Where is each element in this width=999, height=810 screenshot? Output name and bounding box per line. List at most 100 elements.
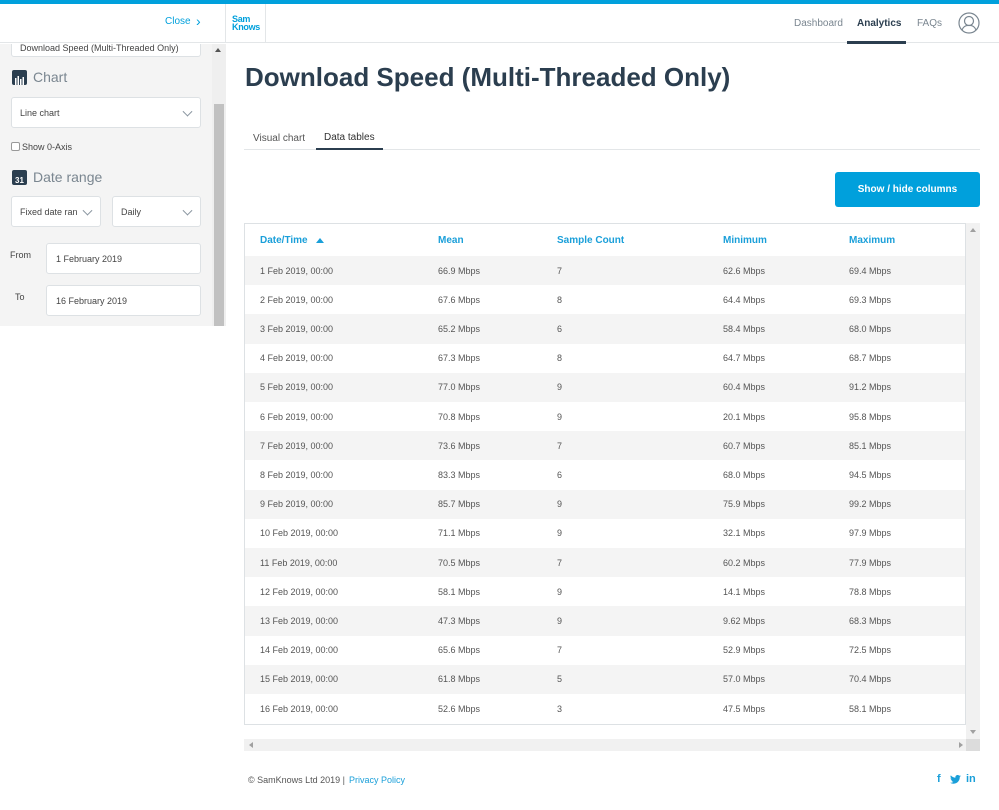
- metric-select[interactable]: Download Speed (Multi-Threaded Only): [11, 44, 201, 57]
- cell-minimum: 60.7 Mbps: [723, 440, 766, 451]
- cell-datetime: 15 Feb 2019, 00:00: [260, 674, 339, 685]
- column-header-mean[interactable]: Mean: [438, 224, 464, 256]
- cell-datetime: 1 Feb 2019, 00:00: [260, 265, 334, 276]
- nav-dashboard[interactable]: Dashboard: [794, 4, 843, 43]
- cell-datetime: 12 Feb 2019, 00:00: [260, 586, 339, 597]
- close-sidebar-link[interactable]: Close: [165, 16, 191, 27]
- facebook-icon[interactable]: f: [937, 773, 941, 785]
- cell-datetime: 11 Feb 2019, 00:00: [260, 557, 338, 568]
- table-vertical-scrollbar[interactable]: [966, 223, 980, 739]
- page-title: Download Speed (Multi-Threaded Only): [245, 62, 731, 92]
- privacy-policy-link[interactable]: Privacy Policy: [349, 775, 405, 785]
- granularity-select[interactable]: Daily: [112, 196, 201, 227]
- cell-datetime: 6 Feb 2019, 00:00: [260, 411, 334, 422]
- nav-faqs[interactable]: FAQs: [917, 4, 942, 43]
- scroll-down-arrow-icon[interactable]: [970, 730, 976, 734]
- table-row: 3 Feb 2019, 00:00 65.2 Mbps 6 58.4 Mbps 68.0…: [245, 314, 965, 344]
- cell-maximum: 69.4 Mbps: [849, 265, 892, 276]
- column-header-datetime[interactable]: Date/Time: [260, 224, 324, 256]
- date-mode-select[interactable]: Fixed date ran: [11, 196, 101, 227]
- cell-maximum: 95.8 Mbps: [849, 411, 892, 422]
- metric-select-value: Download Speed (Multi-Threaded Only): [20, 44, 179, 53]
- table-row: 13 Feb 2019, 00:00 47.3 Mbps 9 9.62 Mbps 68.…: [245, 606, 965, 636]
- cell-minimum: 58.4 Mbps: [723, 323, 766, 334]
- cell-sample-count: 9: [557, 499, 563, 510]
- cell-sample-count: 7: [557, 645, 563, 656]
- cell-maximum: 68.3 Mbps: [849, 615, 892, 626]
- to-date-value: 16 February 2019: [56, 295, 128, 306]
- cell-mean: 52.6 Mbps: [438, 703, 481, 714]
- cell-maximum: 94.5 Mbps: [849, 469, 892, 480]
- granularity-value: Daily: [121, 206, 142, 217]
- show-zero-axis-label[interactable]: Show 0-Axis: [22, 142, 72, 152]
- show-hide-columns-button[interactable]: Show / hide columns: [835, 172, 980, 207]
- tab-data-tables[interactable]: Data tables: [316, 126, 383, 150]
- cell-mean: 71.1 Mbps: [438, 528, 481, 539]
- table-row: 8 Feb 2019, 00:00 83.3 Mbps 6 68.0 Mbps 94.5…: [245, 460, 965, 489]
- table-row: 16 Feb 2019, 00:00 52.6 Mbps 3 47.5 Mbps 58.…: [245, 694, 965, 723]
- scroll-up-arrow-icon[interactable]: [215, 48, 221, 52]
- from-date-input[interactable]: 1 February 2019: [46, 243, 201, 274]
- date-mode-value: Fixed date ran: [20, 206, 78, 217]
- cell-sample-count: 6: [557, 469, 563, 480]
- tab-visual-chart[interactable]: Visual chart: [253, 126, 305, 150]
- user-circle-icon[interactable]: [958, 12, 980, 34]
- scroll-right-arrow-icon[interactable]: [959, 742, 963, 748]
- linkedin-icon[interactable]: in: [966, 773, 976, 785]
- cell-maximum: 91.2 Mbps: [849, 382, 892, 393]
- cell-minimum: 60.4 Mbps: [723, 382, 766, 393]
- cell-datetime: 8 Feb 2019, 00:00: [260, 469, 334, 480]
- cell-mean: 65.6 Mbps: [438, 645, 481, 656]
- to-date-input[interactable]: 16 February 2019: [46, 285, 201, 316]
- cell-datetime: 5 Feb 2019, 00:00: [260, 382, 334, 393]
- cell-datetime: 14 Feb 2019, 00:00: [260, 645, 339, 656]
- cell-sample-count: 8: [557, 353, 563, 364]
- nav-active-indicator: [847, 41, 906, 44]
- cell-minimum: 57.0 Mbps: [723, 674, 766, 685]
- chevron-down-icon: [182, 205, 193, 216]
- nav-analytics[interactable]: Analytics: [857, 4, 901, 43]
- column-header-maximum[interactable]: Maximum: [849, 224, 895, 256]
- cell-datetime: 3 Feb 2019, 00:00: [260, 323, 334, 334]
- cell-mean: 61.8 Mbps: [438, 674, 481, 685]
- cell-maximum: 58.1 Mbps: [849, 703, 892, 714]
- table-row: 12 Feb 2019, 00:00 58.1 Mbps 9 14.1 Mbps 78.…: [245, 577, 965, 606]
- show-zero-axis-checkbox[interactable]: [11, 142, 20, 151]
- cell-mean: 83.3 Mbps: [438, 469, 481, 480]
- cell-minimum: 68.0 Mbps: [723, 469, 766, 480]
- scroll-up-arrow-icon[interactable]: [970, 228, 976, 232]
- cell-mean: 85.7 Mbps: [438, 499, 481, 510]
- cell-datetime: 16 Feb 2019, 00:00: [260, 703, 339, 714]
- calendar-day: 31: [15, 176, 24, 185]
- cell-sample-count: 9: [557, 586, 563, 597]
- cell-mean: 58.1 Mbps: [438, 586, 481, 597]
- chart-type-select[interactable]: Line chart: [11, 97, 201, 128]
- cell-datetime: 13 Feb 2019, 00:00: [260, 615, 339, 626]
- sidebar-scroll-thumb[interactable]: [214, 104, 224, 326]
- cell-mean: 47.3 Mbps: [438, 615, 481, 626]
- to-label: To: [15, 292, 25, 302]
- cell-mean: 67.6 Mbps: [438, 294, 481, 305]
- cell-maximum: 77.9 Mbps: [849, 557, 892, 568]
- column-header-sample-count[interactable]: Sample Count: [557, 224, 624, 256]
- table-horizontal-scrollbar[interactable]: [244, 739, 966, 751]
- table-row: 6 Feb 2019, 00:00 70.8 Mbps 9 20.1 Mbps 95.8…: [245, 402, 965, 431]
- cell-sample-count: 7: [557, 440, 563, 451]
- column-header-minimum[interactable]: Minimum: [723, 224, 767, 256]
- cell-mean: 66.9 Mbps: [438, 265, 481, 276]
- cell-sample-count: 8: [557, 294, 563, 305]
- calendar-icon: 31: [12, 170, 27, 185]
- cell-sample-count: 3: [557, 703, 563, 714]
- cell-maximum: 70.4 Mbps: [849, 674, 892, 685]
- twitter-icon[interactable]: [950, 775, 961, 784]
- cell-mean: 67.3 Mbps: [438, 353, 481, 364]
- cell-mean: 70.8 Mbps: [438, 411, 481, 422]
- table-header-row: Date/Time Mean Sample Count Minimum Maxi…: [245, 224, 965, 256]
- cell-minimum: 9.62 Mbps: [723, 615, 766, 626]
- chevron-right-icon[interactable]: ›: [196, 13, 201, 29]
- cell-minimum: 62.6 Mbps: [723, 265, 766, 276]
- scroll-left-arrow-icon[interactable]: [249, 742, 253, 748]
- samknows-logo[interactable]: Sam Knows: [232, 15, 260, 32]
- cell-mean: 77.0 Mbps: [438, 382, 481, 393]
- cell-minimum: 64.4 Mbps: [723, 294, 766, 305]
